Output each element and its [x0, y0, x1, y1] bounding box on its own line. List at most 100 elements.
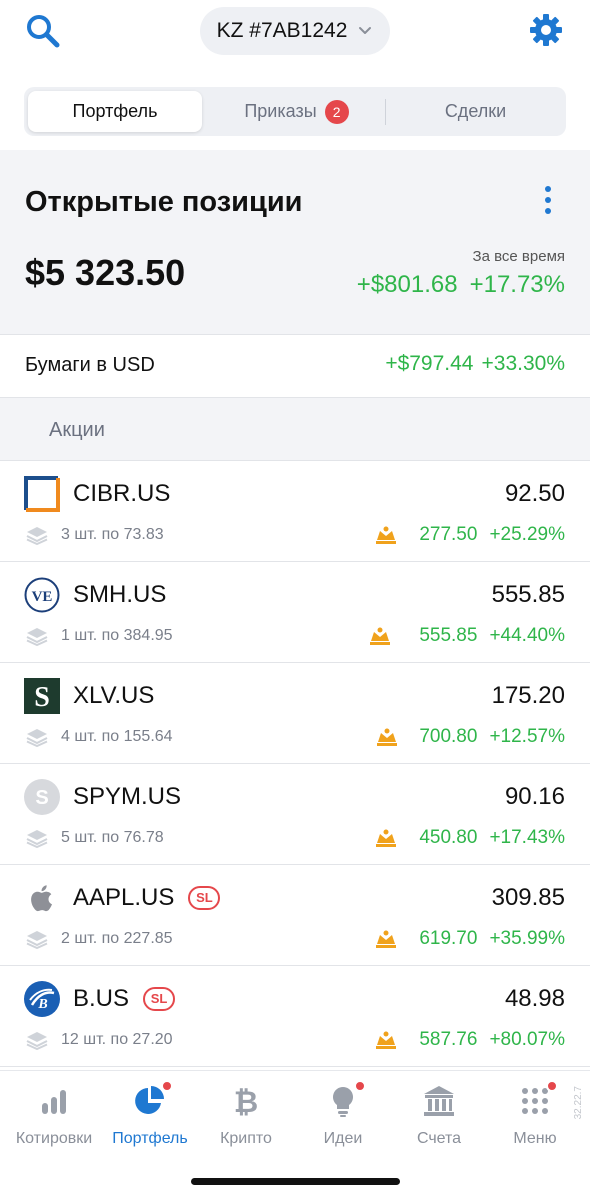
layers-icon: [26, 931, 48, 949]
bank-icon: [424, 1086, 454, 1116]
ticker-symbol: B.US: [73, 985, 130, 1012]
profit-loss-percent: +25.29%: [489, 524, 565, 545]
tab-orders[interactable]: Приказы 2: [209, 91, 384, 132]
crown-icon: [376, 526, 396, 544]
position-row[interactable]: CIBR.US 92.50 3 шт. по 73.83 277.50 +25.2…: [0, 461, 590, 562]
home-indicator: [191, 1178, 400, 1185]
account-number: KZ #7AB1242: [216, 19, 348, 42]
tab-quotes-label: Котировки: [15, 1130, 93, 1147]
tab-quotes[interactable]: Котировки: [6, 1081, 102, 1151]
profit-loss-percent: +80.07%: [489, 1029, 565, 1050]
tab-deals[interactable]: Сделки: [389, 91, 562, 132]
stop-loss-badge: SL: [188, 885, 221, 910]
tab-portfolio[interactable]: Портфель: [28, 91, 202, 132]
tab-menu[interactable]: Меню: [487, 1080, 583, 1151]
apple-logo-icon: [31, 885, 52, 912]
svg-text:VE: VE: [32, 589, 53, 605]
more-options-button[interactable]: [536, 184, 560, 218]
ticker: XLV.US: [73, 682, 154, 710]
more-vertical-icon: [545, 186, 551, 214]
crown-icon: [376, 930, 396, 948]
positions-list: CIBR.US 92.50 3 шт. по 73.83 277.50 +25.2…: [0, 461, 590, 1067]
current-price: 92.50: [504, 480, 565, 507]
layers-icon: [26, 729, 48, 747]
notification-dot: [546, 1080, 558, 1092]
tab-crypto[interactable]: ₿ Крипто: [198, 1081, 294, 1151]
profit-loss-absolute: 587.76: [419, 1029, 478, 1050]
total-change: +$801.68 +17.73%: [357, 271, 565, 299]
profit-loss: 619.70 +35.99%: [419, 928, 565, 950]
account-selector[interactable]: KZ #7AB1242: [200, 7, 390, 55]
settings-button[interactable]: [526, 10, 566, 50]
ticker: B.US SL: [73, 985, 176, 1013]
profit-loss-absolute: 450.80: [419, 827, 478, 848]
profit-loss-absolute: 277.50: [419, 524, 478, 545]
cibr-logo-icon: [24, 476, 60, 512]
profit-loss: 700.80 +12.57%: [419, 726, 565, 748]
current-price: 555.85: [491, 581, 565, 608]
position-row[interactable]: B B.US SL 48.98 12 шт. по 27.20 587.76 +80…: [0, 966, 590, 1067]
gear-icon: [530, 14, 562, 46]
orders-count-badge: 2: [324, 99, 349, 124]
portfolio-total-value: $5 323.50: [25, 252, 186, 293]
notification-dot: [161, 1080, 173, 1092]
position-row[interactable]: VE SMH.US 555.85 1 шт. по 384.95 555.85 +…: [0, 562, 590, 663]
tab-portfolio-nav-label: Портфель: [112, 1130, 188, 1147]
layers-icon: [26, 1032, 48, 1050]
tab-portfolio-nav[interactable]: Портфель: [102, 1080, 198, 1151]
quantity-and-avg-price: 5 шт. по 76.78: [61, 829, 164, 846]
crown-icon: [377, 728, 397, 746]
profit-loss: 587.76 +80.07%: [419, 1029, 565, 1051]
bar-chart-icon: [42, 1090, 66, 1114]
quantity-and-avg-price: 12 шт. по 27.20: [61, 1031, 173, 1048]
currency-group-label: Бумаги в USD: [25, 354, 155, 376]
search-icon: [27, 15, 60, 48]
crown-icon: [370, 627, 390, 645]
profit-loss-percent: +35.99%: [489, 928, 565, 949]
tab-divider: [385, 99, 386, 125]
quantity-and-avg-price: 2 шт. по 227.85: [61, 930, 173, 947]
profit-loss: 555.85 +44.40%: [419, 625, 565, 647]
svg-text:S: S: [35, 787, 48, 809]
position-row[interactable]: AAPL.US SL 309.85 2 шт. по 227.85 619.70 +…: [0, 865, 590, 966]
svg-text:B: B: [37, 997, 47, 1012]
currency-group-change: +$797.44 +33.30%: [385, 352, 565, 376]
tab-accounts-label: Счета: [416, 1130, 462, 1147]
ticker-symbol: CIBR.US: [73, 480, 171, 507]
profit-loss: 450.80 +17.43%: [419, 827, 565, 849]
quantity-and-avg-price: 3 шт. по 73.83: [61, 526, 164, 543]
top-bar: KZ #7AB1242: [0, 0, 590, 70]
tab-orders-label: Приказы: [244, 101, 317, 121]
search-button[interactable]: [24, 12, 64, 52]
stop-loss-badge: SL: [143, 986, 176, 1011]
section-label: Акции: [49, 419, 105, 441]
layers-icon: [26, 628, 48, 646]
total-change-absolute: +$801.68: [356, 271, 458, 298]
profit-loss-percent: +17.43%: [489, 827, 565, 848]
vaneck-logo-icon: VE: [24, 577, 60, 613]
spdr-logo-icon: S: [24, 678, 60, 714]
ticker-symbol: AAPL.US: [73, 884, 175, 911]
currency-change-absolute: +$797.44: [385, 352, 474, 375]
tab-accounts[interactable]: Счета: [391, 1081, 487, 1151]
quantity-and-avg-price: 4 шт. по 155.64: [61, 728, 173, 745]
tab-portfolio-label: Портфель: [72, 101, 158, 121]
svg-text:S: S: [34, 682, 50, 713]
crown-icon: [376, 829, 396, 847]
position-row[interactable]: S XLV.US 175.20 4 шт. по 155.64 700.80 +1…: [0, 663, 590, 764]
bitcoin-icon: ₿: [234, 1085, 258, 1120]
position-row[interactable]: S SPYM.US 90.16 5 шт. по 76.78 450.80 +17…: [0, 764, 590, 865]
svg-text:₿: ₿: [234, 1085, 258, 1118]
current-price: 175.20: [491, 682, 565, 709]
current-price: 90.16: [504, 783, 565, 810]
period-selector[interactable]: За все время: [473, 248, 565, 265]
profit-loss-absolute: 555.85: [419, 625, 478, 646]
tab-deals-label: Сделки: [444, 101, 507, 121]
profit-loss-absolute: 619.70: [419, 928, 478, 949]
profit-loss-percent: +12.57%: [489, 726, 565, 747]
page-title: Открытые позиции: [25, 186, 303, 218]
app-version: 32.22.7: [573, 1086, 584, 1120]
tab-ideas[interactable]: Идеи: [295, 1080, 391, 1151]
profit-loss-absolute: 700.80: [419, 726, 478, 747]
currency-group-usd[interactable]: Бумаги в USD +$797.44 +33.30%: [0, 335, 590, 398]
